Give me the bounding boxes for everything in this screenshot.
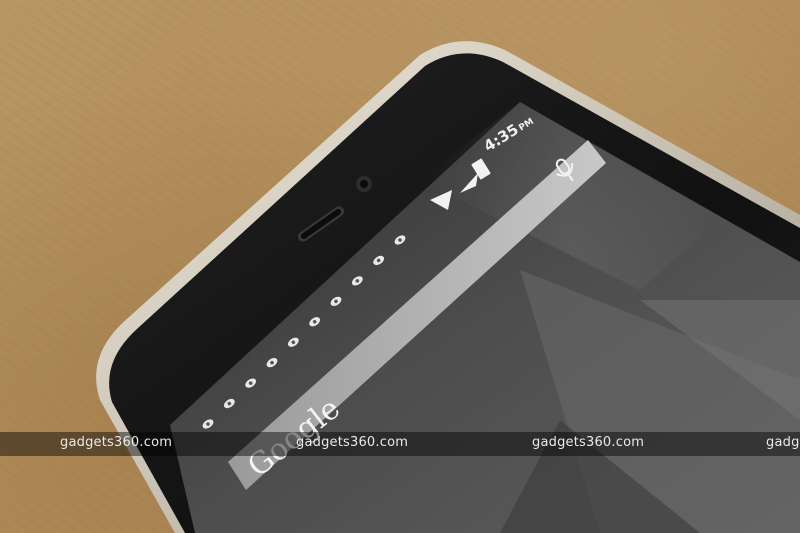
watermark-text: gadgets360.com xyxy=(532,435,645,450)
photo-scene: 4:35 PM Google gadgets360.com gadgets360… xyxy=(0,0,800,533)
watermark-text: gadg xyxy=(766,435,800,450)
watermark-text: gadgets360.com xyxy=(296,435,409,450)
watermark-strip: gadgets360.com gadgets360.com gadgets360… xyxy=(0,432,800,456)
watermark-text: gadgets360.com xyxy=(60,435,173,450)
